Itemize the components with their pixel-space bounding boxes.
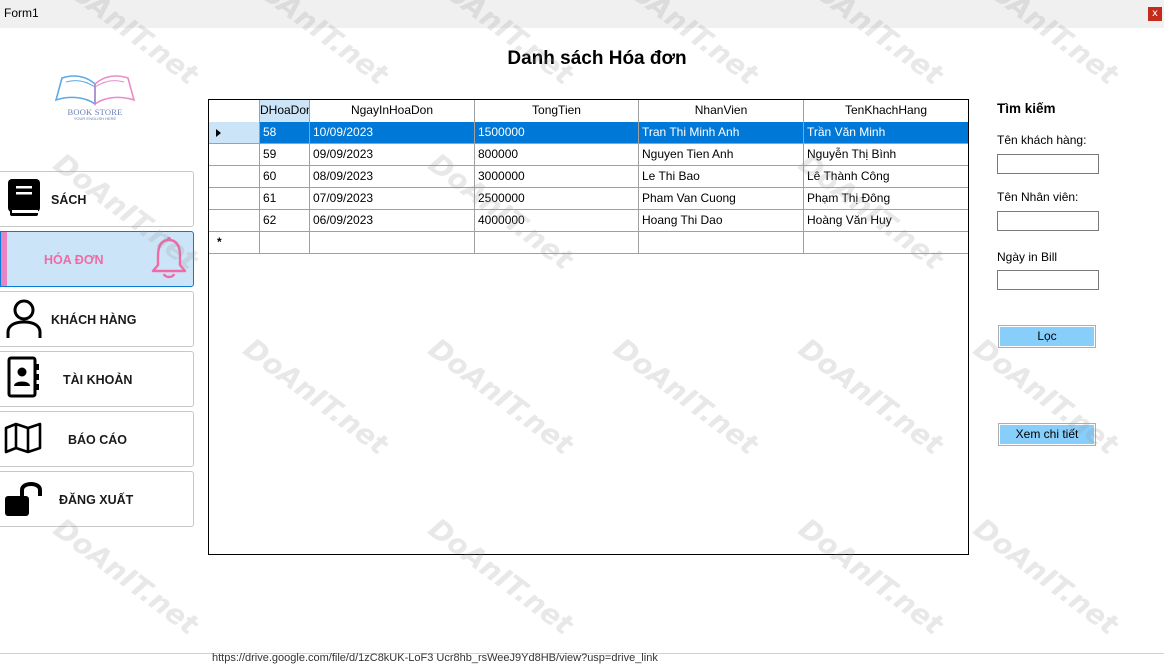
filter-button[interactable]: Lọc xyxy=(998,325,1096,348)
column-header[interactable]: DHoaDon xyxy=(260,100,310,122)
nav-invoices-button[interactable]: HÓA ĐƠN xyxy=(0,231,194,287)
invoice-grid[interactable]: DHoaDon NgayInHoaDon TongTien NhanVien T… xyxy=(208,99,969,555)
map-icon xyxy=(4,422,42,454)
bell-icon xyxy=(151,237,187,279)
contact-book-icon xyxy=(7,356,39,398)
nav-reports-label: BÁO CÁO xyxy=(68,433,128,447)
watermark: DoAnIT.net xyxy=(967,511,1125,642)
employee-name-label: Tên Nhân viên: xyxy=(997,190,1079,204)
nav-books-label: SÁCH xyxy=(51,193,87,207)
grid-header: DHoaDon NgayInHoaDon TongTien NhanVien T… xyxy=(209,100,968,123)
nav-logout-label: ĐĂNG XUẤT xyxy=(59,493,134,507)
customer-name-input[interactable] xyxy=(997,154,1099,174)
open-book-logo-icon xyxy=(54,75,136,106)
nav-reports-button[interactable]: BÁO CÁO xyxy=(0,411,194,467)
page-title: Danh sách Hóa đơn xyxy=(507,48,687,69)
nav-accounts-button[interactable]: TÀI KHOẢN xyxy=(0,351,194,407)
background-link-text: https://drive.google.com/file/d/1zC8kUK-… xyxy=(212,652,658,664)
nav-invoices-label: HÓA ĐƠN xyxy=(44,253,104,267)
view-detail-button[interactable]: Xem chi tiết xyxy=(998,423,1096,446)
employee-name-input[interactable] xyxy=(997,211,1099,231)
customer-name-label: Tên khách hàng: xyxy=(997,133,1087,147)
column-header[interactable]: NhanVien xyxy=(639,100,804,122)
column-header[interactable]: TenKhachHang xyxy=(804,100,968,122)
book-icon xyxy=(8,179,40,216)
bookstore-logo: BOOK STORE YOUR ENGLISH HERE xyxy=(54,74,136,121)
print-date-label: Ngày in Bill xyxy=(997,250,1058,264)
unlock-icon xyxy=(5,482,42,516)
user-icon xyxy=(6,299,42,338)
window-titlebar: Form1 x xyxy=(0,0,1164,28)
nav-customers-button[interactable]: KHÁCH HÀNG xyxy=(0,291,194,347)
close-button[interactable]: x xyxy=(1148,7,1162,21)
print-date-input[interactable] xyxy=(997,270,1099,290)
search-title: Tìm kiếm xyxy=(997,101,1056,116)
logo-tagline: YOUR ENGLISH HERE xyxy=(73,116,117,121)
column-header[interactable]: TongTien xyxy=(475,100,639,122)
active-indicator xyxy=(1,232,7,286)
nav-customers-label: KHÁCH HÀNG xyxy=(51,313,137,327)
column-header[interactable]: NgayInHoaDon xyxy=(310,100,475,122)
nav-accounts-label: TÀI KHOẢN xyxy=(63,373,133,387)
nav-logout-button[interactable]: ĐĂNG XUẤT xyxy=(0,471,194,527)
window-title: Form1 xyxy=(4,6,39,20)
nav-books-button[interactable]: SÁCH xyxy=(0,171,194,227)
watermark: DoAnIT.net xyxy=(47,511,205,642)
grid-corner xyxy=(209,100,260,122)
